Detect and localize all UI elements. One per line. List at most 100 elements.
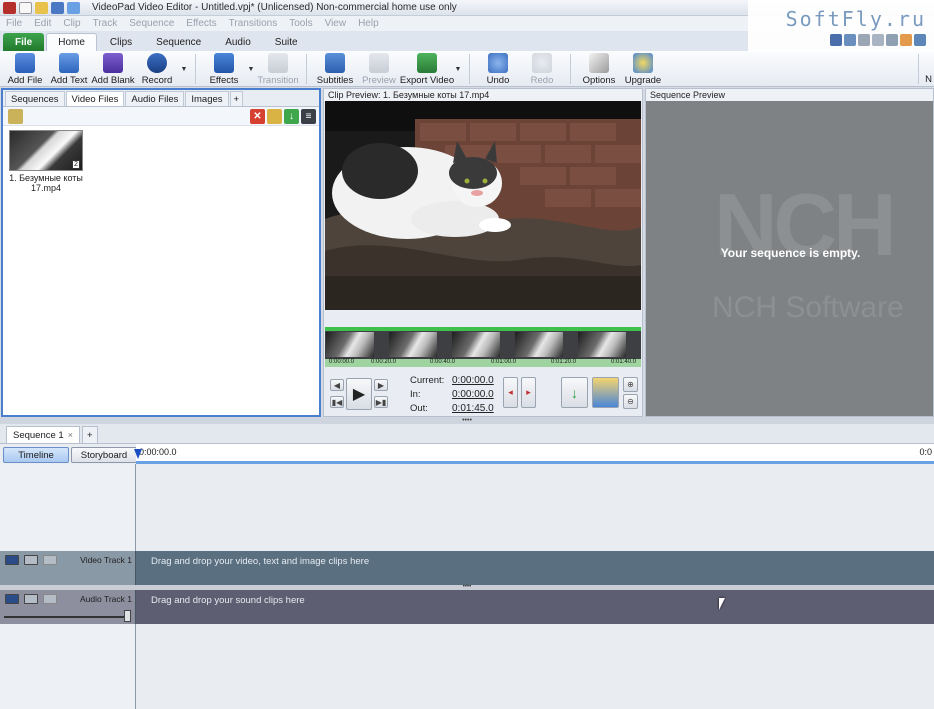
subtitles-button[interactable]: Subtitles: [313, 51, 357, 87]
export-video-button[interactable]: Export Video: [400, 51, 454, 87]
tab-images[interactable]: Images: [185, 91, 229, 106]
menu-edit[interactable]: Edit: [34, 18, 51, 29]
storyboard-view-button[interactable]: Storyboard: [71, 447, 137, 463]
add-text-button[interactable]: Add Text: [47, 51, 91, 87]
tab-sequences[interactable]: Sequences: [5, 91, 65, 106]
frame-thumbnail: [578, 332, 626, 357]
toolbar: Add File Add Text Add Blank Record ▼ Eff…: [0, 51, 934, 87]
new-icon[interactable]: [19, 1, 32, 14]
frame-thumbnail: [389, 332, 437, 357]
track-options-icon[interactable]: [43, 594, 57, 604]
transition-button[interactable]: Transition: [256, 51, 300, 87]
in-time[interactable]: 0:00:00.0: [452, 389, 494, 400]
undo-quick-icon[interactable]: [67, 1, 80, 14]
current-time[interactable]: 0:00:00.0: [452, 375, 494, 386]
menu-transitions[interactable]: Transitions: [229, 18, 278, 29]
preview-button[interactable]: Preview: [357, 51, 401, 87]
save-icon[interactable]: [51, 1, 64, 14]
mouse-cursor-icon: [719, 598, 731, 610]
media-clip[interactable]: 2 1. Безумные коты 17.mp4: [8, 130, 84, 194]
tab-audio[interactable]: Audio: [214, 33, 262, 51]
redo-icon: [532, 53, 552, 73]
undo-button[interactable]: Undo: [476, 51, 520, 87]
zoom-in-icon[interactable]: ⊕: [623, 377, 638, 392]
tab-home[interactable]: Home: [46, 33, 97, 51]
out-label: Out:: [410, 403, 428, 414]
menu-file[interactable]: File: [6, 18, 22, 29]
effects-button[interactable]: Effects: [202, 51, 246, 87]
add-blank-button[interactable]: Add Blank: [91, 51, 135, 87]
upgrade-button[interactable]: Upgrade: [621, 51, 665, 87]
redo-label: Redo: [530, 75, 554, 86]
volume-slider-track: [4, 616, 130, 618]
menu-tools[interactable]: Tools: [289, 18, 312, 29]
place-on-sequence-button[interactable]: ↓: [561, 377, 588, 408]
options-button[interactable]: Options: [577, 51, 621, 87]
menu-effects[interactable]: Effects: [186, 18, 216, 29]
speaker-icon[interactable]: [5, 594, 19, 604]
timeline-ruler[interactable]: 0:00:00.0 0:0: [136, 444, 934, 464]
lock-icon[interactable]: [24, 594, 38, 604]
tab-clips[interactable]: Clips: [99, 33, 143, 51]
playhead-marker[interactable]: [134, 449, 142, 459]
add-file-button[interactable]: Add File: [3, 51, 47, 87]
add-bin-tab-button[interactable]: +: [229, 91, 244, 106]
go-end-button[interactable]: ▶▮: [374, 396, 388, 408]
new-folder-icon[interactable]: [267, 108, 282, 124]
out-time[interactable]: 0:01:45.0: [452, 403, 494, 414]
list-view-icon[interactable]: ≡: [301, 108, 316, 124]
menu-track[interactable]: Track: [93, 18, 118, 29]
export-dropdown[interactable]: ▼: [453, 51, 463, 87]
video-track[interactable]: Video Track 1 Drag and drop your video, …: [0, 551, 934, 585]
playback-controls: ◀ ▮◀ ▶ ▶ ▶▮ Current: 0:00:00.0 In: 0:00:…: [325, 369, 641, 417]
facebook-icon: [830, 34, 842, 46]
set-out-button[interactable]: ▸: [521, 377, 536, 408]
frame-thumbnail: [515, 332, 563, 357]
close-icon[interactable]: ×: [68, 430, 73, 440]
download-icon[interactable]: ↓: [284, 108, 299, 124]
tick-label: 0:01:00.0: [491, 359, 517, 365]
track-options-icon[interactable]: [43, 555, 57, 565]
overflow-label[interactable]: N: [925, 74, 932, 85]
tab-sequence[interactable]: Sequence: [145, 33, 212, 51]
snapshot-button[interactable]: [592, 377, 619, 408]
menu-sequence[interactable]: Sequence: [129, 18, 174, 29]
next-frame-button[interactable]: ▶: [374, 379, 388, 391]
sequence-preview-header: Sequence Preview: [646, 89, 933, 101]
record-dropdown[interactable]: ▼: [179, 51, 189, 87]
tab-file[interactable]: File: [3, 33, 45, 51]
record-button[interactable]: Record: [135, 51, 179, 87]
audio-track[interactable]: Audio Track 1 Drag and drop your sound c…: [0, 590, 934, 624]
prev-frame-button[interactable]: ◀: [330, 379, 344, 391]
redo-button[interactable]: Redo: [520, 51, 564, 87]
set-in-button[interactable]: ◂: [503, 377, 518, 408]
go-start-button[interactable]: ▮◀: [330, 396, 344, 408]
eye-icon[interactable]: [5, 555, 19, 565]
menu-clip[interactable]: Clip: [63, 18, 80, 29]
video-track-name: Video Track 1: [80, 555, 132, 565]
folder-up-icon[interactable]: [8, 108, 23, 124]
lock-icon[interactable]: [24, 555, 38, 565]
timeline-view-button[interactable]: Timeline: [3, 447, 69, 463]
volume-slider-handle[interactable]: [124, 610, 131, 622]
add-sequence-button[interactable]: +: [81, 426, 98, 443]
zoom-out-icon[interactable]: ⊖: [623, 394, 638, 409]
app-icon: [3, 1, 16, 14]
ruler-end-label: 0:0: [919, 447, 932, 457]
tab-audio-files[interactable]: Audio Files: [125, 91, 185, 106]
clip-preview-video[interactable]: [325, 101, 641, 310]
preview-icon: [369, 53, 389, 73]
delete-icon[interactable]: ✕: [250, 108, 265, 124]
clip-scrubber[interactable]: 0:00:00.0 0:00:20.0 0:00:40.0 0:01:00.0 …: [325, 327, 641, 367]
menu-help[interactable]: Help: [358, 18, 379, 29]
tick-label: 0:01:20.0: [551, 359, 577, 365]
menu-view[interactable]: View: [325, 18, 347, 29]
tab-sequence-1[interactable]: Sequence 1 ×: [6, 426, 80, 443]
play-button[interactable]: ▶: [346, 378, 372, 410]
horizontal-splitter[interactable]: ••••: [0, 417, 934, 424]
tab-video-files[interactable]: Video Files: [65, 91, 125, 106]
tab-suite[interactable]: Suite: [264, 33, 309, 51]
mail-icon: [886, 34, 898, 46]
open-icon[interactable]: [35, 1, 48, 14]
effects-dropdown[interactable]: ▼: [246, 51, 256, 87]
